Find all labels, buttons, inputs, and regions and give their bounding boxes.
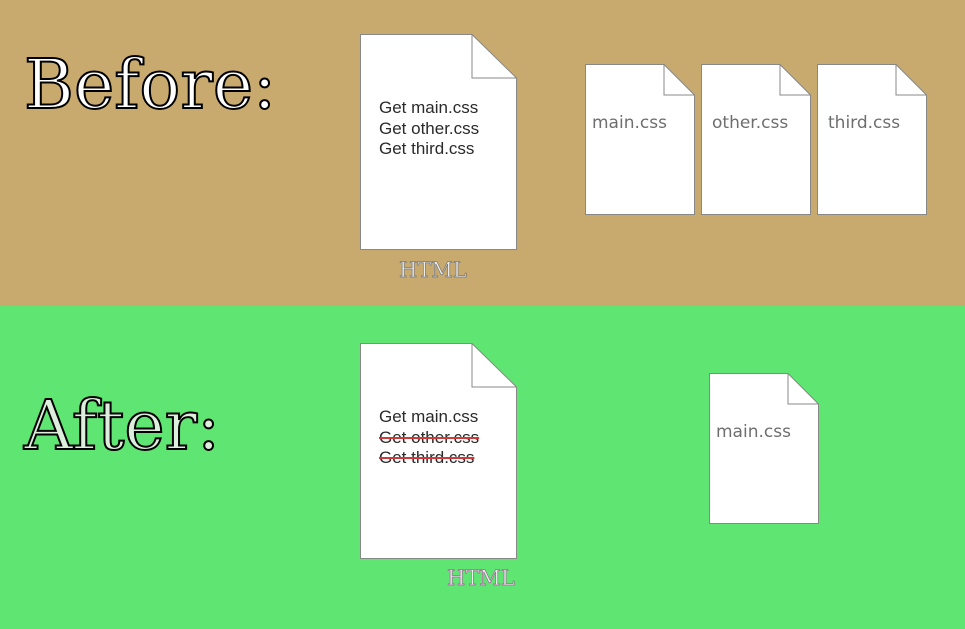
document-icon: [709, 373, 819, 524]
html-line-third: Get third.css: [379, 139, 475, 158]
html-line-third-struck: Get third.css: [379, 448, 475, 467]
document-icon: [701, 64, 811, 215]
after-panel: After: Get main.css Get other.css Get th…: [0, 306, 965, 629]
before-html-lines: Get main.css Get other.css Get third.css: [379, 98, 479, 160]
before-heading: Before:: [23, 46, 277, 125]
after-html-lines: Get main.css Get other.css Get third.css: [379, 407, 479, 469]
before-css-file-third: third.css: [817, 64, 927, 215]
before-panel: Before: Get main.css Get other.css Get t…: [0, 0, 965, 306]
html-line-other: Get other.css: [379, 118, 480, 138]
before-css-file-other: other.css: [701, 64, 811, 215]
after-css-file-main: main.css: [709, 373, 819, 524]
html-line-main: Get main.css: [379, 407, 479, 426]
css-file-label: third.css: [828, 113, 901, 133]
css-file-label: other.css: [712, 113, 789, 133]
css-file-label: main.css: [716, 422, 791, 442]
before-css-file-main: main.css: [585, 64, 695, 215]
before-html-document: Get main.css Get other.css Get third.css: [360, 34, 517, 250]
after-html-caption: HTML: [447, 566, 515, 591]
css-file-label: main.css: [592, 113, 667, 133]
document-icon: [817, 64, 927, 215]
html-line-main: Get main.css: [379, 98, 479, 117]
after-html-document: Get main.css Get other.css Get third.css: [360, 343, 517, 559]
html-line-other-struck: Get other.css: [379, 427, 480, 447]
document-icon: [585, 64, 695, 215]
after-heading: After:: [23, 387, 221, 466]
before-html-caption: HTML: [399, 258, 467, 283]
